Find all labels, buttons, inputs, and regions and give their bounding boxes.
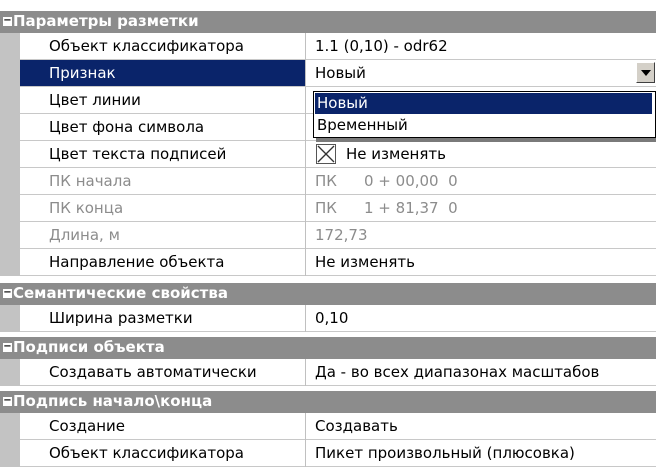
property-value: Создавать — [315, 417, 398, 435]
property-name: ПК начала — [49, 172, 132, 190]
property-value: 1 + 81,37 0 — [364, 199, 458, 217]
row-creation[interactable]: Создание Создавать — [0, 413, 656, 440]
row-sign[interactable]: Признак Новый — [0, 60, 656, 87]
row-classifier-object-2[interactable]: Объект классификатора Пикет произвольный… — [0, 440, 656, 467]
pk-label: ПК — [315, 199, 337, 217]
section-title: Подпись начало\конца — [13, 392, 213, 410]
property-name: Объект классификатора — [49, 444, 244, 462]
section-markup-params[interactable]: − Параметры разметки — [0, 11, 656, 33]
property-name: Цвет линии — [49, 91, 141, 109]
sign-combobox[interactable]: Новый — [306, 60, 656, 87]
property-name: Объект классификатора — [49, 37, 244, 55]
section-title: Семантические свойства — [13, 284, 228, 302]
section-title: Подписи объекта — [13, 338, 165, 356]
dropdown-option-new[interactable]: Новый — [315, 93, 652, 114]
row-caption-text-color[interactable]: Цвет текста подписей Не изменять — [0, 141, 656, 168]
property-value: 1.1 (0,10) - odr62 — [315, 37, 448, 55]
collapse-icon[interactable]: − — [3, 396, 12, 406]
property-value: Да - во всех диапазонах масштабов — [315, 363, 600, 381]
property-value: Не изменять — [315, 253, 415, 271]
section-title: Параметры разметки — [13, 12, 199, 30]
dropdown-shadow — [316, 138, 656, 142]
property-name: Цвет фона символа — [49, 118, 205, 136]
property-grid: − Параметры разметки Объект классификато… — [0, 0, 656, 467]
property-name: ПК конца — [49, 199, 124, 217]
pk-label: ПК — [315, 172, 337, 190]
property-value: 172,73 — [315, 226, 368, 244]
property-value: 0 + 00,00 0 — [364, 172, 458, 190]
no-color-icon — [316, 144, 336, 164]
row-pk-start: ПК начала ПК 0 + 00,00 0 — [0, 168, 656, 195]
combobox-value: Новый — [315, 64, 366, 82]
row-length: Длина, м 172,73 — [0, 222, 656, 249]
row-markup-width[interactable]: Ширина разметки 0,10 — [0, 305, 656, 332]
property-name: Создавать автоматически — [49, 363, 257, 381]
row-object-direction[interactable]: Направление объекта Не изменять — [0, 249, 656, 276]
property-name: Создание — [49, 417, 125, 435]
property-value: Пикет произвольный (плюсовка) — [315, 444, 575, 462]
section-object-captions[interactable]: − Подписи объекта — [0, 337, 656, 359]
row-auto-create[interactable]: Создавать автоматически Да - во всех диа… — [0, 359, 656, 386]
property-name: Ширина разметки — [49, 309, 193, 327]
section-semantic-properties[interactable]: − Семантические свойства — [0, 283, 656, 305]
row-pk-end: ПК конца ПК 1 + 81,37 0 — [0, 195, 656, 222]
property-name: Цвет текста подписей — [49, 145, 227, 163]
collapse-icon[interactable]: − — [3, 288, 12, 298]
collapse-icon[interactable]: − — [3, 342, 12, 352]
chevron-down-icon[interactable] — [636, 62, 655, 83]
section-start-end-caption[interactable]: − Подпись начало\конца — [0, 391, 656, 413]
property-name: Признак — [49, 64, 116, 82]
property-name: Длина, м — [49, 226, 120, 244]
property-value: 0,10 — [315, 309, 349, 327]
collapse-icon[interactable]: − — [3, 16, 12, 26]
sign-dropdown-list[interactable]: Новый Временный — [313, 91, 656, 138]
property-name: Направление объекта — [49, 253, 225, 271]
row-classifier-object[interactable]: Объект классификатора 1.1 (0,10) - odr62 — [0, 33, 656, 60]
property-value: Не изменять — [346, 145, 446, 163]
dropdown-option-temporary[interactable]: Временный — [315, 115, 652, 136]
